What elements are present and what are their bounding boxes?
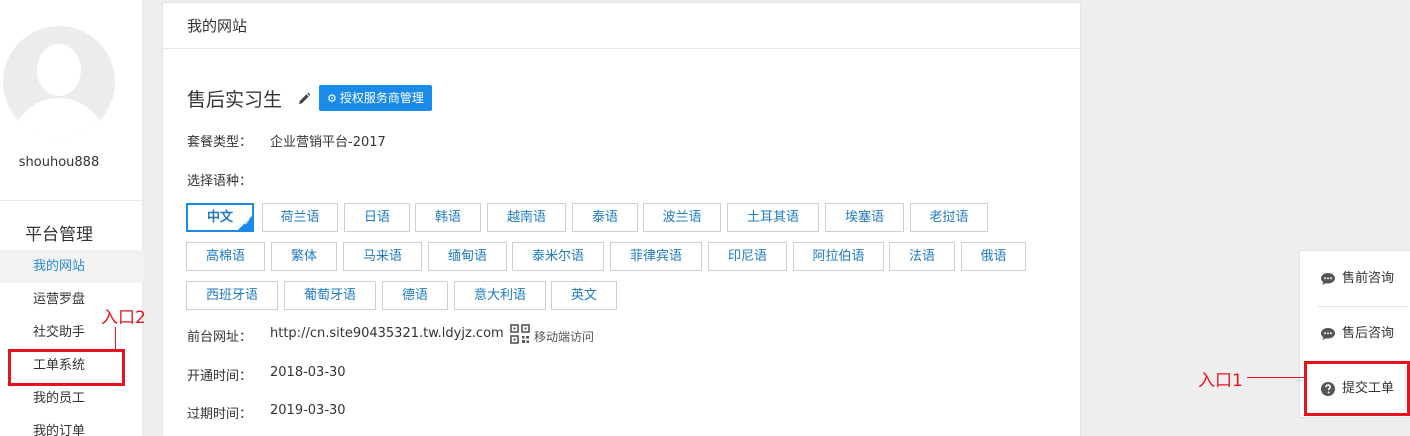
- open-time-label: 开通时间：: [187, 369, 253, 384]
- expire-time-label: 过期时间：: [187, 407, 253, 422]
- chat-bubble-icon: [1321, 328, 1335, 340]
- lang-vietnamese[interactable]: 越南语: [487, 203, 566, 232]
- presales-consult-button[interactable]: 售前咨询: [1300, 259, 1410, 299]
- lang-portuguese[interactable]: 葡萄牙语: [284, 281, 376, 310]
- lang-dutch[interactable]: 荷兰语: [262, 203, 338, 232]
- lang-khmer[interactable]: 高棉语: [186, 242, 265, 271]
- website-panel: 我的网站 售后实习生 ⚙ 授权服务商管理 套餐类型： 企业营销平台-2017 选择…: [162, 2, 1081, 436]
- aftersales-consult-button[interactable]: 售后咨询: [1300, 314, 1410, 354]
- lang-spanish[interactable]: 西班牙语: [186, 281, 278, 310]
- gear-icon: ⚙: [327, 92, 337, 105]
- avatar[interactable]: [3, 26, 115, 138]
- lang-polish[interactable]: 波兰语: [643, 203, 721, 232]
- open-time-value: 2018-03-30: [270, 365, 346, 380]
- annotation-entry1: 入口1: [1198, 371, 1243, 391]
- lang-italian[interactable]: 意大利语: [454, 281, 546, 310]
- avatar-head-shape: [37, 44, 81, 96]
- highlight-box-entry1: [1304, 361, 1410, 416]
- authorize-provider-label: 授权服务商管理: [339, 91, 424, 105]
- sidebar-item-my-website[interactable]: 我的网站: [0, 250, 143, 283]
- lang-lao[interactable]: 老挝语: [910, 203, 988, 232]
- check-icon: ✓: [243, 218, 251, 228]
- lang-chinese[interactable]: 中文 ✓: [186, 203, 254, 232]
- lang-thai[interactable]: 泰语: [572, 203, 638, 232]
- url-label: 前台网址：: [187, 330, 253, 345]
- presales-consult-label: 售前咨询: [1342, 271, 1395, 286]
- sidebar-item-my-staff[interactable]: 我的员工: [0, 382, 143, 415]
- username: shouhou888: [18, 155, 100, 170]
- site-name: 售后实习生: [187, 89, 283, 111]
- annotation-connector-entry1: [1247, 377, 1304, 378]
- annotation-connector-entry2: [115, 327, 116, 349]
- package-label: 套餐类型：: [187, 135, 253, 150]
- package-value: 企业营销平台-2017: [270, 135, 386, 150]
- pencil-icon[interactable]: [297, 92, 311, 106]
- mobile-access-link[interactable]: 移动端访问: [534, 328, 594, 345]
- lang-arabic[interactable]: 阿拉伯语: [793, 242, 884, 271]
- lang-malay[interactable]: 马来语: [343, 242, 422, 271]
- lang-korean[interactable]: 韩语: [415, 203, 481, 232]
- sidebar-item-my-orders[interactable]: 我的订单: [0, 415, 143, 436]
- lang-indonesian[interactable]: 印尼语: [708, 242, 787, 271]
- lang-burmese[interactable]: 缅甸语: [428, 242, 507, 271]
- lang-label: 中文: [206, 210, 233, 225]
- lang-filipino[interactable]: 菲律宾语: [610, 242, 702, 271]
- highlight-box-entry2: [8, 349, 125, 386]
- annotation-entry2: 入口2: [101, 308, 146, 328]
- avatar-body-shape: [11, 98, 107, 138]
- sidebar-divider: [0, 200, 143, 201]
- panel-title: 我的网站: [163, 3, 1080, 49]
- lang-tamil[interactable]: 泰米尔语: [512, 242, 604, 271]
- lang-ethiopian[interactable]: 埃塞语: [825, 203, 904, 232]
- lang-russian[interactable]: 俄语: [961, 242, 1026, 271]
- lang-traditional-chinese[interactable]: 繁体: [271, 242, 337, 271]
- expire-time-value: 2019-03-30: [270, 403, 346, 418]
- lang-english[interactable]: 英文: [551, 281, 617, 310]
- lang-japanese[interactable]: 日语: [344, 203, 410, 232]
- lang-french[interactable]: 法语: [889, 242, 955, 271]
- lang-german[interactable]: 德语: [382, 281, 448, 310]
- aftersales-consult-label: 售后咨询: [1342, 326, 1395, 341]
- float-divider: [1318, 306, 1408, 307]
- authorize-provider-button[interactable]: ⚙ 授权服务商管理: [319, 85, 432, 111]
- chat-bubble-icon: [1321, 273, 1335, 285]
- language-label: 选择语种：: [187, 174, 253, 189]
- lang-turkish[interactable]: 土耳其语: [727, 203, 819, 232]
- sidebar-section-title: 平台管理: [25, 225, 93, 245]
- qr-code-icon[interactable]: [510, 324, 530, 344]
- site-url-link[interactable]: http://cn.site90435321.tw.ldyjz.com: [270, 326, 504, 341]
